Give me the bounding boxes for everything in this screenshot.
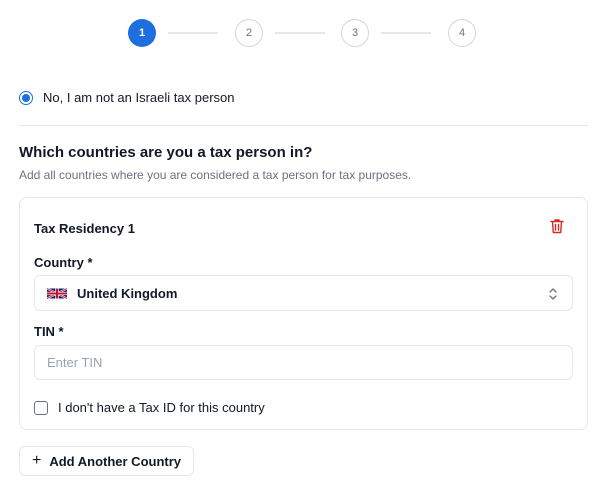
step-connector [275, 32, 325, 34]
add-another-country-label: Add Another Country [49, 453, 182, 469]
step-4-number: 4 [458, 27, 466, 39]
trash-icon[interactable] [550, 218, 564, 234]
no-tax-id-option[interactable]: I don't have a Tax ID for this country [34, 400, 265, 415]
plus-icon: + [32, 452, 42, 469]
tin-input[interactable] [34, 345, 573, 380]
tin-label: TIN * [34, 324, 64, 339]
country-select[interactable]: United Kingdom [34, 275, 573, 311]
section-divider [19, 125, 588, 126]
radio-selected-dot [22, 93, 30, 102]
step-1[interactable]: 1 [128, 19, 156, 47]
step-3[interactable]: 3 [341, 19, 369, 47]
step-2[interactable]: 2 [235, 19, 263, 47]
progress-stepper: 1 2 3 4 [128, 19, 478, 47]
step-2-number: 2 [245, 27, 253, 39]
step-connector [381, 32, 431, 34]
add-another-country-button[interactable]: + Add Another Country [19, 446, 195, 476]
chevron-up-down-icon [549, 288, 557, 300]
radio-label: No, I am not an Israeli tax person [43, 90, 235, 105]
uk-flag-icon [47, 287, 67, 299]
radio-button[interactable] [19, 90, 33, 105]
not-israeli-tax-person-option[interactable]: No, I am not an Israeli tax person [19, 90, 234, 105]
step-4[interactable]: 4 [448, 19, 476, 47]
country-label: Country * [34, 255, 93, 270]
no-tax-id-label: I don't have a Tax ID for this country [58, 400, 265, 415]
tax-residency-title: Tax Residency 1 [34, 221, 135, 236]
section-subtitle: Add all countries where you are consider… [19, 168, 412, 182]
no-tax-id-checkbox[interactable] [34, 400, 48, 415]
step-1-number: 1 [138, 27, 146, 39]
section-title: Which countries are you a tax person in? [19, 144, 313, 161]
step-3-number: 3 [351, 27, 359, 39]
step-connector [168, 32, 218, 34]
country-value: United Kingdom [77, 285, 178, 301]
